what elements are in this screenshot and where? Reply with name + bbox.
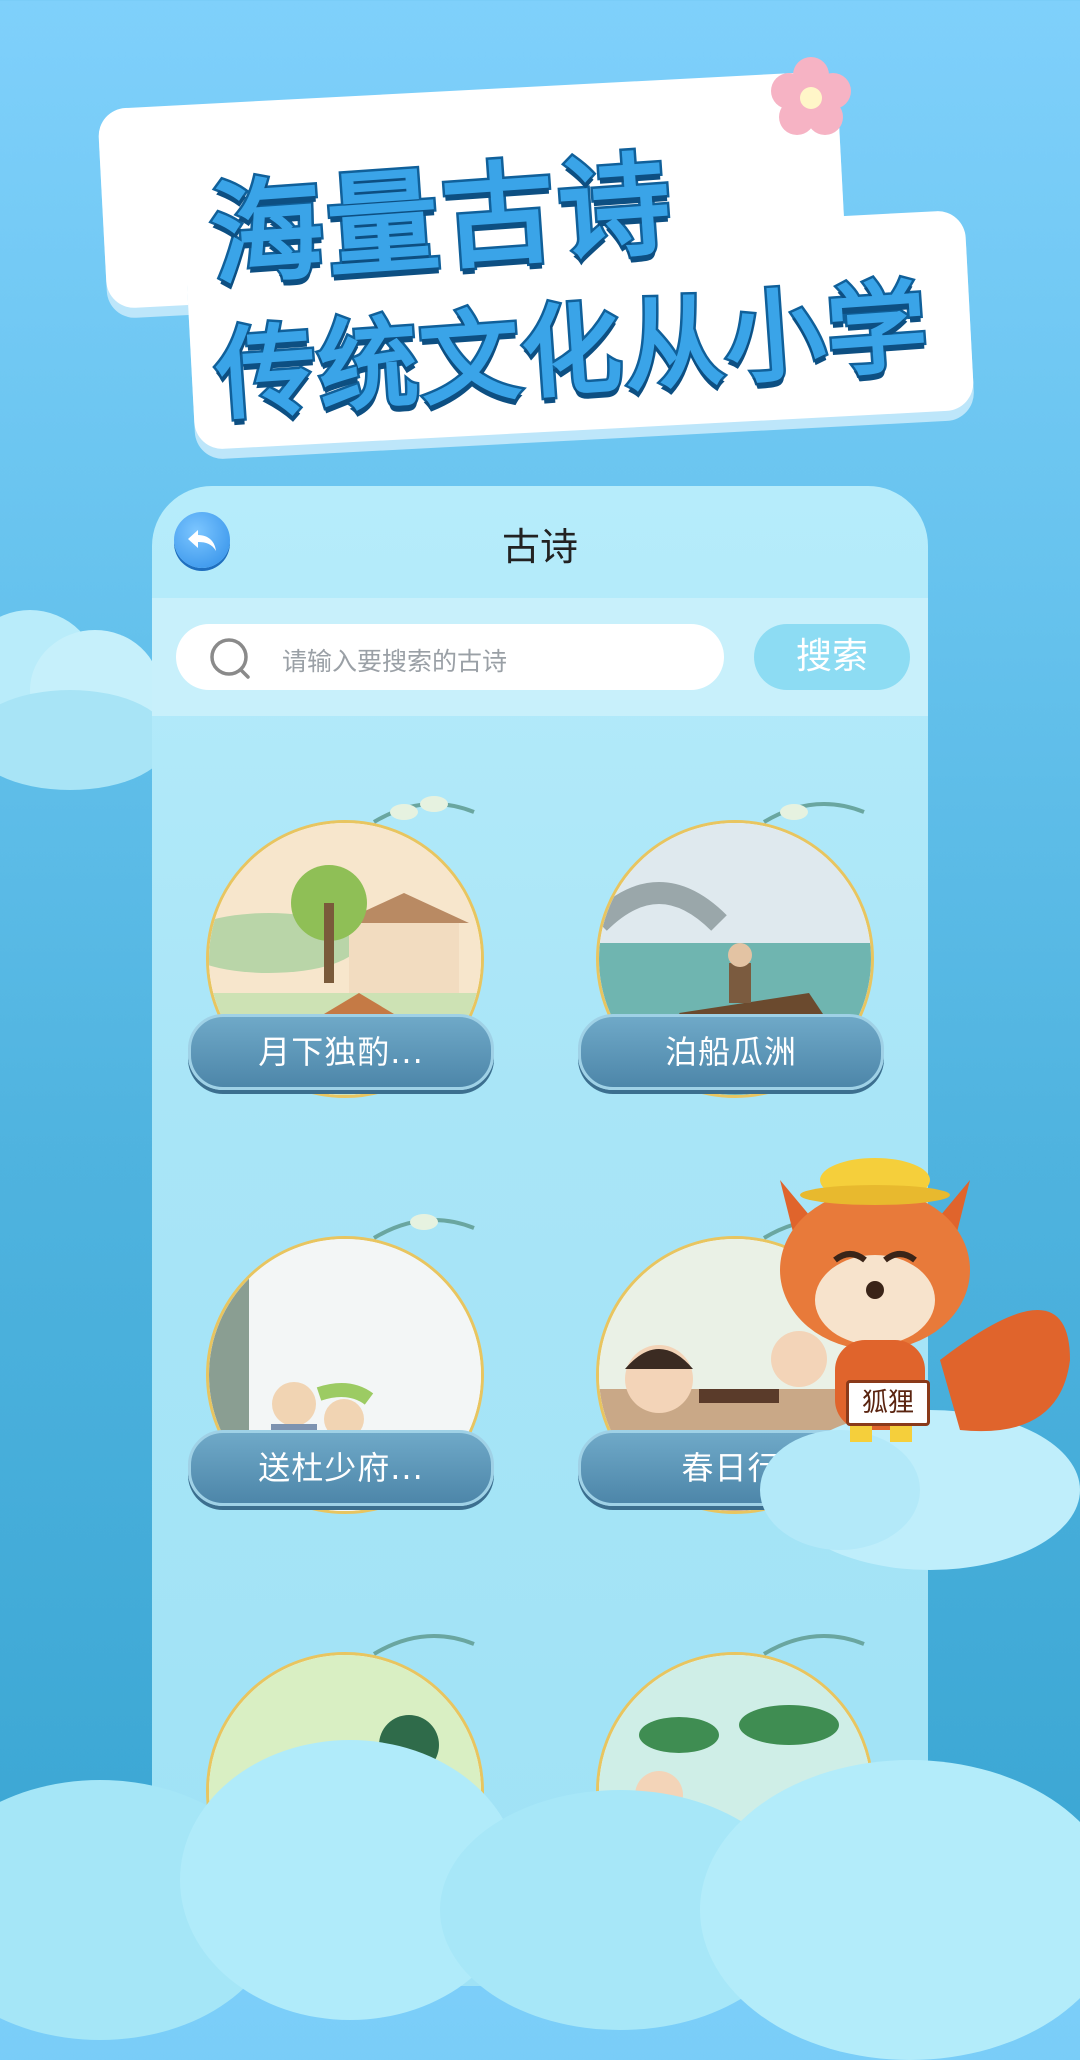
poem-title: 送杜少府... <box>188 1430 494 1506</box>
poem-title: 泊船瓜洲 <box>578 1014 884 1090</box>
poem-card[interactable]: 月下独酌... <box>174 782 504 1112</box>
poem-title: 月下独酌... <box>188 1014 494 1090</box>
poem-card[interactable]: 送杜少府... <box>174 1198 504 1528</box>
search-placeholder: 请输入要搜索的古诗 <box>282 647 508 676</box>
search-button[interactable]: 搜索 <box>754 624 910 690</box>
flower-icon <box>771 57 851 135</box>
search-icon <box>210 638 250 679</box>
search-input[interactable]: 请输入要搜索的古诗 <box>176 624 724 690</box>
page-title: 古诗 <box>501 525 578 569</box>
mascot-sign: 狐狸 <box>846 1380 930 1426</box>
fox-mascot: 狐狸 <box>740 1140 1080 1570</box>
top-bar: 古诗 <box>152 486 928 598</box>
search-bar: 请输入要搜索的古诗 搜索 <box>152 598 928 716</box>
poem-card[interactable]: 泊船瓜洲 <box>564 782 894 1112</box>
